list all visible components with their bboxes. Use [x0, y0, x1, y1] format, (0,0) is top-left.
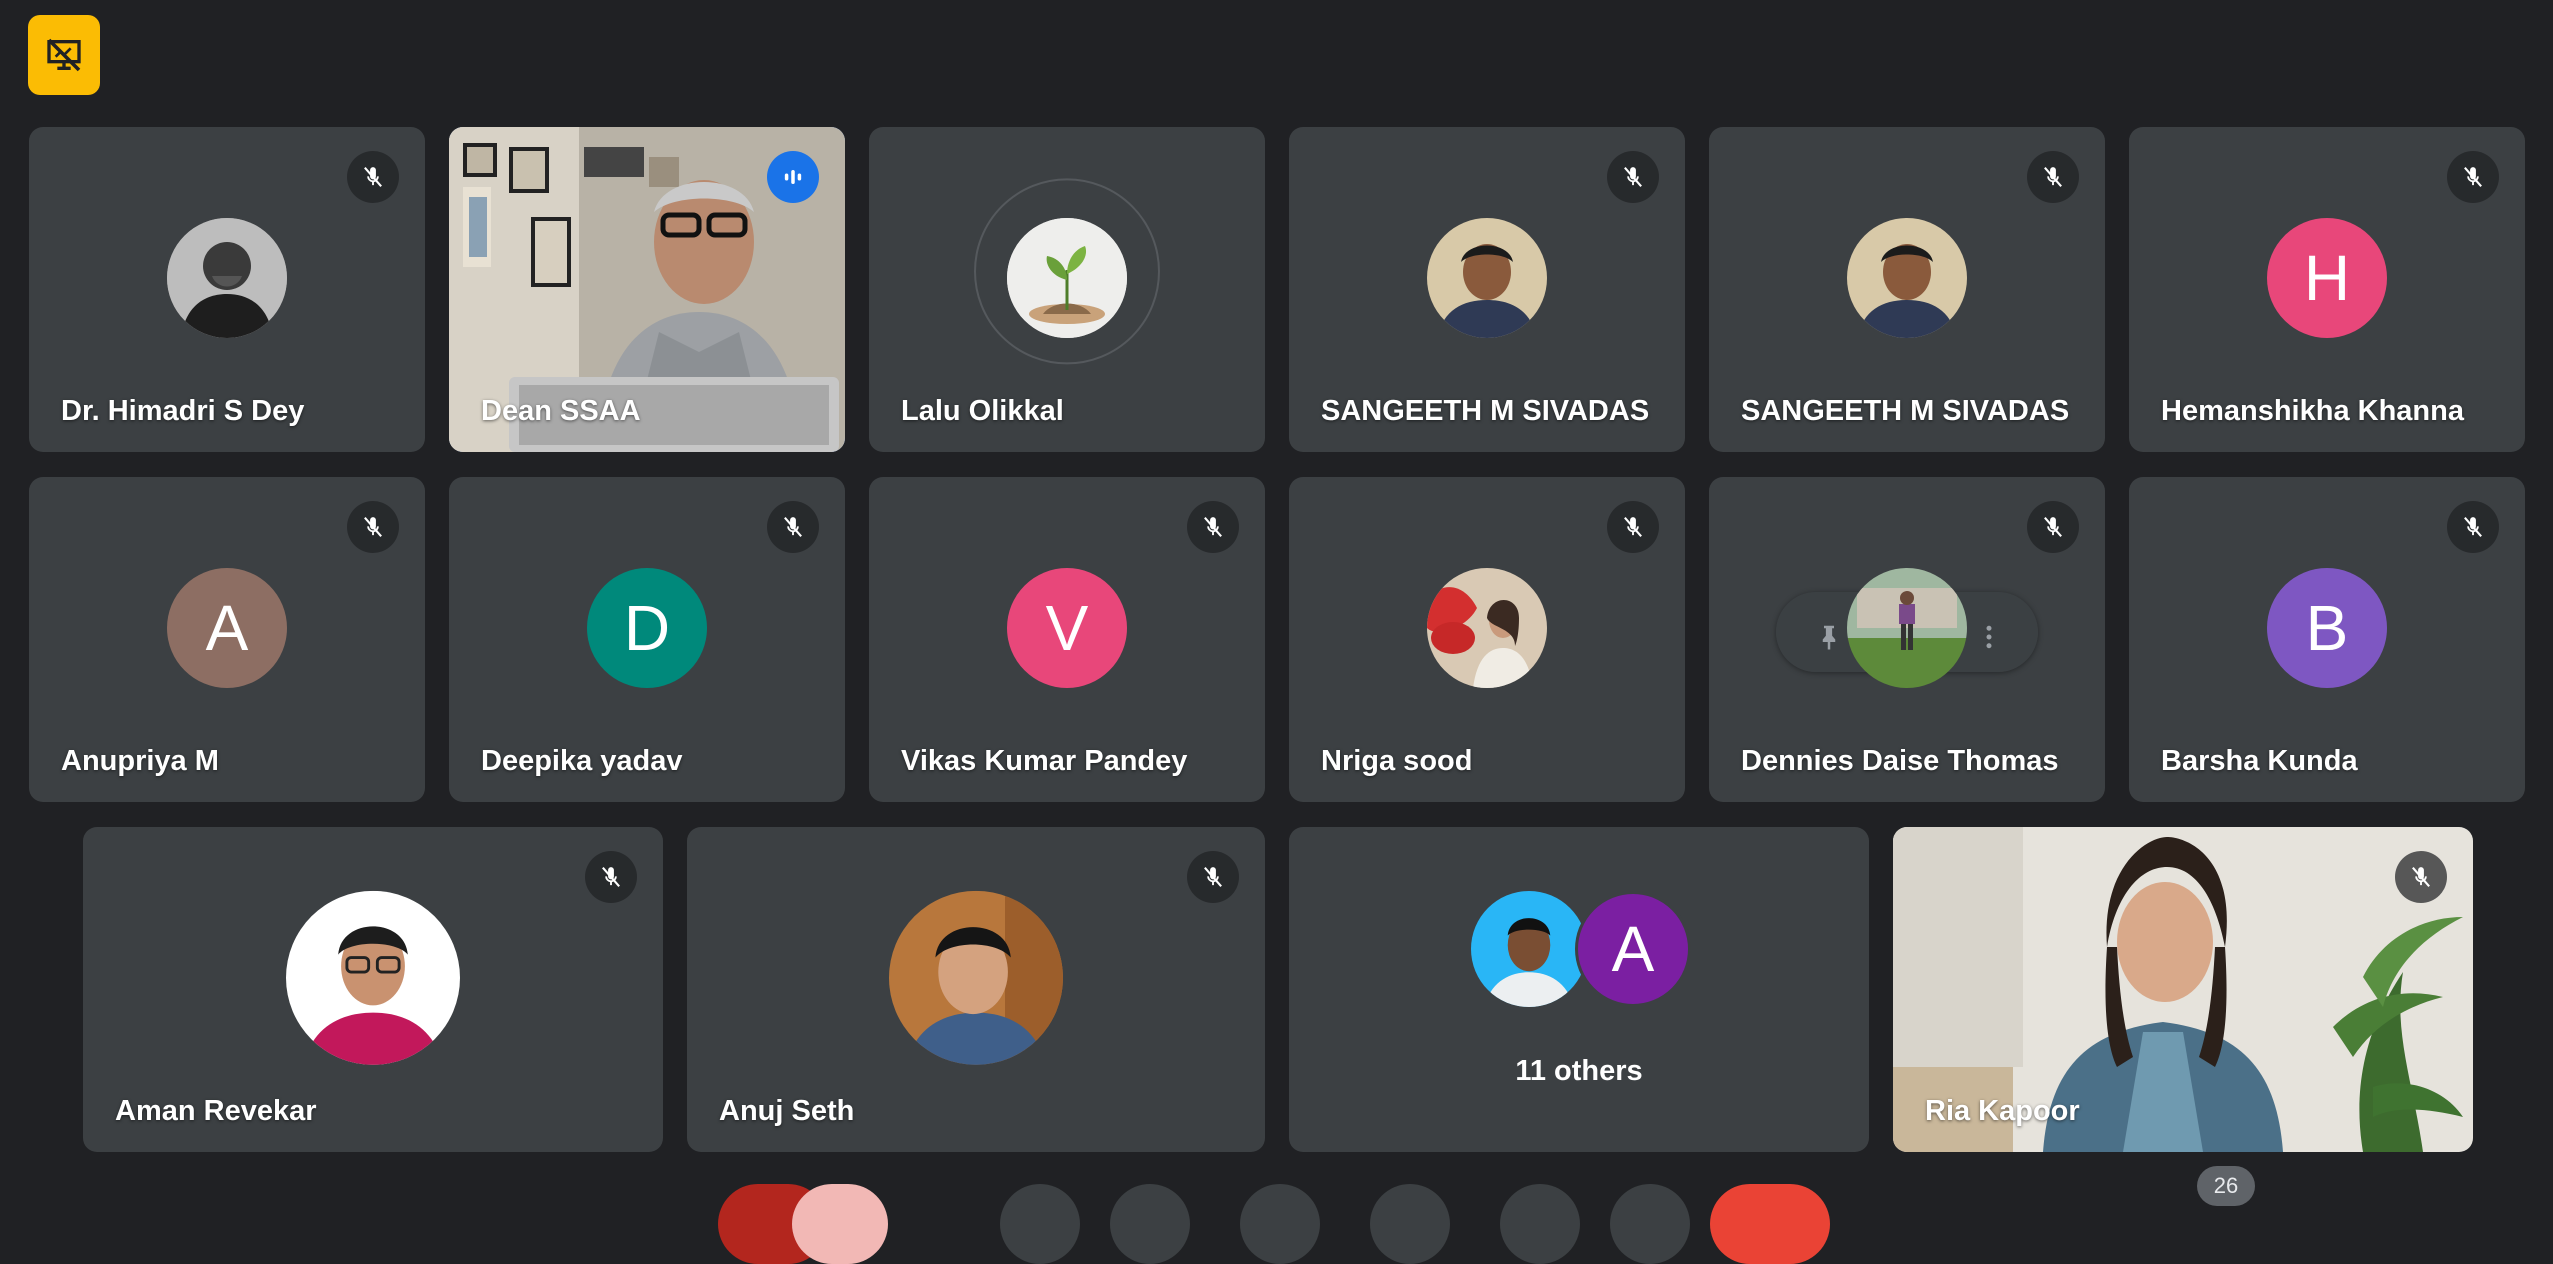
- participant-name: Aman Revekar: [115, 1095, 317, 1127]
- participant-name: Vikas Kumar Pandey: [901, 745, 1188, 777]
- mic-off-icon: [1607, 501, 1659, 553]
- participant-tile[interactable]: SANGEETH M SIVADAS: [1709, 127, 2105, 452]
- participant-tile[interactable]: Dennies Daise Thomas: [1709, 477, 2105, 802]
- pin-button[interactable]: [1803, 611, 1855, 663]
- avatar-initial: V: [1045, 591, 1089, 664]
- audio-level-icon: [767, 151, 819, 203]
- avatar: H: [2267, 217, 2387, 338]
- avatar: [889, 890, 1063, 1065]
- participant-tile[interactable]: Lalu Olikkal: [869, 127, 1265, 452]
- mic-off-icon: [1607, 151, 1659, 203]
- participant-name: Dennies Daise Thomas: [1741, 745, 2059, 777]
- others-tile[interactable]: A 11 others: [1289, 827, 1869, 1152]
- participant-name: Anuj Seth: [719, 1095, 855, 1127]
- mic-off-icon: [767, 501, 819, 553]
- leave-call-button[interactable]: [1710, 1184, 1830, 1264]
- avatar: A: [1575, 891, 1691, 1007]
- mic-off-icon: [585, 851, 637, 903]
- control-button[interactable]: [792, 1184, 888, 1264]
- control-button[interactable]: [1610, 1184, 1690, 1264]
- avatar: [167, 217, 287, 338]
- participant-tile[interactable]: Nriga sood: [1289, 477, 1685, 802]
- avatar: [1847, 567, 1967, 688]
- participant-name: SANGEETH M SIVADAS: [1321, 395, 1650, 427]
- more-vert-icon: [1986, 625, 1992, 649]
- participant-name: Dean SSAA: [481, 395, 641, 427]
- avatar: [1847, 217, 1967, 338]
- participant-name: Anupriya M: [61, 745, 219, 777]
- participant-tile[interactable]: SANGEETH M SIVADAS: [1289, 127, 1685, 452]
- avatar-initial: A: [1611, 913, 1655, 985]
- presentation-badge[interactable]: [28, 15, 100, 95]
- more-options-button[interactable]: [1963, 611, 2015, 663]
- participant-name: Hemanshikha Khanna: [2161, 395, 2464, 427]
- mic-off-icon: [347, 501, 399, 553]
- avatar-initial: H: [2303, 241, 2351, 314]
- avatar-initial: D: [623, 591, 671, 664]
- avatar: [1007, 217, 1127, 338]
- participant-name: Lalu Olikkal: [901, 395, 1064, 427]
- others-count: 11 others: [1515, 1055, 1643, 1087]
- participant-tile[interactable]: A Anupriya M: [29, 477, 425, 802]
- participant-tile[interactable]: V Vikas Kumar Pandey: [869, 477, 1265, 802]
- participant-tile[interactable]: Dean SSAA: [449, 127, 845, 452]
- participant-count-badge: 26: [2197, 1166, 2255, 1206]
- mic-off-icon: [2027, 501, 2079, 553]
- participant-tile[interactable]: B Barsha Kunda: [2129, 477, 2525, 802]
- mic-off-icon: [347, 151, 399, 203]
- avatar: [1471, 891, 1587, 1007]
- participant-name: Ria Kapoor: [1925, 1095, 2080, 1127]
- control-button[interactable]: [1000, 1184, 1080, 1264]
- control-button[interactable]: [1110, 1184, 1190, 1264]
- participant-tile[interactable]: Ria Kapoor: [1893, 827, 2473, 1152]
- pin-icon: [1822, 625, 1836, 650]
- participant-tile[interactable]: D Deepika yadav: [449, 477, 845, 802]
- avatar: A: [167, 567, 287, 688]
- avatar: [1427, 217, 1547, 338]
- avatar: [286, 890, 460, 1065]
- presentation-off-icon: [47, 38, 81, 72]
- mic-off-icon: [2447, 501, 2499, 553]
- avatar: B: [2267, 567, 2387, 688]
- participant-tile[interactable]: Aman Revekar: [83, 827, 663, 1152]
- participant-name: Dr. Himadri S Dey: [61, 395, 305, 427]
- avatar: V: [1007, 567, 1127, 688]
- participant-tile[interactable]: H Hemanshikha Khanna: [2129, 127, 2525, 452]
- mic-off-icon: [1187, 851, 1239, 903]
- avatar: D: [587, 567, 707, 688]
- mic-off-icon: [2447, 151, 2499, 203]
- mic-off-icon: [2395, 851, 2447, 903]
- participant-tile[interactable]: Anuj Seth: [687, 827, 1265, 1152]
- avatar-initial: B: [2305, 591, 2349, 664]
- participant-name: Barsha Kunda: [2161, 745, 2358, 777]
- control-button[interactable]: [1500, 1184, 1580, 1264]
- control-button[interactable]: [1240, 1184, 1320, 1264]
- participant-name: Nriga sood: [1321, 745, 1473, 777]
- control-button[interactable]: [1370, 1184, 1450, 1264]
- avatar: [1427, 567, 1547, 688]
- mic-off-icon: [2027, 151, 2079, 203]
- participant-tile[interactable]: Dr. Himadri S Dey: [29, 127, 425, 452]
- participant-name: Deepika yadav: [481, 745, 683, 777]
- avatar-initial: A: [205, 591, 249, 664]
- mic-off-icon: [1187, 501, 1239, 553]
- participant-name: SANGEETH M SIVADAS: [1741, 395, 2070, 427]
